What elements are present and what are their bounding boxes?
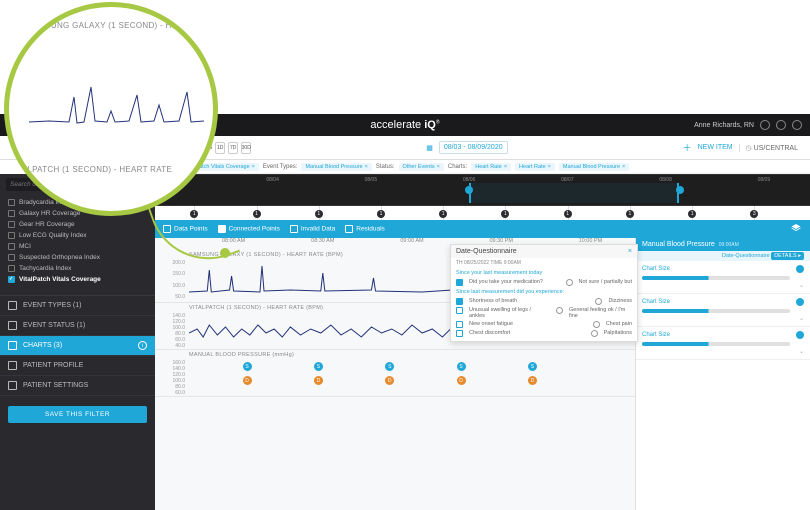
notifications-icon[interactable] [792,120,802,130]
chart-size-handle[interactable] [796,265,804,273]
info-icon[interactable]: i [138,341,147,350]
radio[interactable] [591,330,598,337]
active-filters-row: Index:Vitalpatch Vitals Coverage× Event … [155,160,810,174]
chip-chart-1[interactable]: Heart Rate× [471,163,511,171]
chart-size-slider[interactable] [642,309,790,313]
index-item[interactable]: VitalPatch Vitals Coverage [0,274,155,285]
checkbox[interactable] [456,321,463,328]
detail-panel: Manual Blood Pressure09:00AM × Date-Ques… [635,238,810,510]
event-count-dot[interactable]: 1 [315,210,323,218]
checkbox[interactable] [456,279,463,286]
close-icon[interactable]: × [798,242,806,250]
close-icon[interactable]: × [628,248,632,255]
sidebar: Bradycardia IndexGalaxy HR CoverageGear … [0,174,155,510]
chip-status[interactable]: Other Events× [399,163,444,171]
preset-30d[interactable]: 30D [241,142,251,154]
checkbox[interactable] [456,330,463,337]
event-count-dot[interactable]: 1 [439,210,447,218]
settings-icon[interactable] [776,120,786,130]
chip-chart-3[interactable]: Manual Blood Pressure× [559,163,629,171]
detail-link[interactable]: Date-Questionnaire DETAILS ▸ [636,251,810,261]
index-item[interactable]: MCI [0,241,155,252]
brand-logo: accelerate iQ® [370,119,439,131]
radio[interactable] [566,279,573,286]
help-icon[interactable] [760,120,770,130]
opt-residuals[interactable]: Residuals [345,225,385,233]
event-count-dot[interactable]: 3 [750,210,758,218]
chart-manual-bp: MANUAL BLOOD PRESSURE (mmHg) 160.0140.01… [155,350,635,397]
timezone[interactable]: ◷ US/CENTRAL [739,144,798,152]
callout-pointer [158,194,228,264]
chip-event-type[interactable]: Manual Blood Pressure× [301,163,371,171]
opt-invalid-data[interactable]: Invalid Data [290,225,335,233]
sidebar-section[interactable]: PATIENT SETTINGS [0,376,155,396]
radio[interactable] [593,321,600,328]
event-count-dot[interactable]: 1 [501,210,509,218]
chip-chart-2[interactable]: Heart Rate× [515,163,555,171]
radio[interactable] [595,298,602,305]
sidebar-section[interactable]: EVENT TYPES (1) [0,296,155,316]
checkbox[interactable] [456,307,463,314]
event-count-dot[interactable]: 1 [688,210,696,218]
sidebar-section[interactable]: PATIENT PROFILE [0,356,155,376]
index-item[interactable]: Suspected Orthopnea Index [0,252,155,263]
calendar-icon[interactable]: ▦ [426,144,433,152]
event-count-dot[interactable]: 1 [564,210,572,218]
event-count-dot[interactable]: 1 [377,210,385,218]
range-handle-right[interactable] [676,186,684,194]
chart-size-slider[interactable] [642,276,790,280]
questionnaire-popup: Date-Questionnaire× TH 08/25/2022 TIME 9… [450,244,638,342]
radio[interactable] [556,307,563,314]
sidebar-section[interactable]: CHARTS (3)i [0,336,155,356]
index-item[interactable]: Low ECG Quality Index [0,230,155,241]
index-item[interactable]: Gear HR Coverage [0,219,155,230]
timeline-overview[interactable]: 08/0308/0408/0508/0608/0708/0808/09 [155,174,810,206]
chart-size-handle[interactable] [796,298,804,306]
chart-size-slider[interactable] [642,342,790,346]
index-item[interactable]: Tachycardia Index [0,263,155,274]
event-count-row: 1111111113 [155,206,810,220]
user-name[interactable]: Anne Richards, RN [694,122,754,129]
range-handle-left[interactable] [465,186,473,194]
layers-icon[interactable] [790,223,802,235]
chart-options-bar: Data Points Connected Points Invalid Dat… [155,220,810,238]
new-item-button[interactable]: NEW ITEM [698,144,733,151]
chart-size-handle[interactable] [796,331,804,339]
add-icon[interactable]: ＋ [683,141,692,154]
event-count-dot[interactable]: 1 [253,210,261,218]
save-filter-button[interactable]: SAVE THIS FILTER [8,406,147,423]
sidebar-section[interactable]: EVENT STATUS (1) [0,316,155,336]
date-range[interactable]: 08/03 - 08/09/2020 [439,141,508,154]
checkbox[interactable] [456,298,463,305]
event-count-dot[interactable]: 1 [626,210,634,218]
zoom-callout: SAMSUNG GALAXY (1 SECOND) - HEART VITALP… [4,2,218,216]
preset-1d[interactable]: 1D [215,142,225,154]
preset-7d[interactable]: 7D [228,142,238,154]
